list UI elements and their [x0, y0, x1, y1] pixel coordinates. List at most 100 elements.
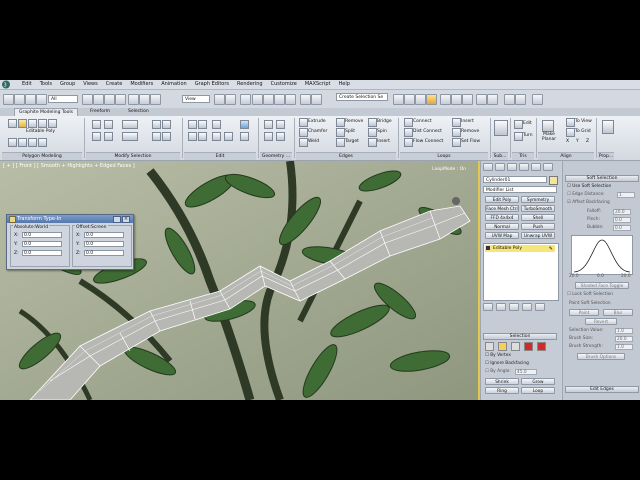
lock-soft-selection-checkbox[interactable]: ☐ Lock Soft Selection	[567, 292, 613, 298]
detach-icon[interactable]	[276, 132, 285, 141]
select-scale-icon[interactable]	[150, 94, 161, 105]
offset-x-field[interactable]: 0.0	[84, 232, 124, 238]
remove-button[interactable]: Remove	[345, 119, 363, 125]
collapse-stack-icon[interactable]	[28, 138, 37, 147]
pivot-center-icon[interactable]	[214, 94, 225, 105]
rendered-frame-icon[interactable]	[487, 94, 498, 105]
set-flow-icon[interactable]	[452, 138, 461, 147]
extrude-button[interactable]: Extrude	[308, 119, 326, 125]
turn-icon[interactable]	[514, 132, 523, 141]
split-button[interactable]: Split	[345, 129, 355, 135]
attach-icon[interactable]	[276, 120, 285, 129]
by-angle-spinner[interactable]: 45.0	[515, 369, 537, 375]
step-ring-icon[interactable]	[162, 120, 171, 129]
edit-pencil-icon[interactable]: ✎	[549, 246, 553, 253]
offset-y-field[interactable]: 0.0	[84, 241, 124, 247]
keyboard-shortcut-icon[interactable]	[240, 94, 251, 105]
configure-sets-icon[interactable]	[535, 303, 545, 311]
utilities-tab-icon[interactable]	[543, 163, 553, 171]
selection-filter-dropdown[interactable]: All	[48, 95, 78, 103]
absolute-z-field[interactable]: 0.0	[22, 250, 62, 256]
loop-mode-icon[interactable]	[122, 120, 138, 129]
toggle-modifiers-icon[interactable]	[38, 138, 47, 147]
object-name-input[interactable]: Cylinder01	[483, 176, 547, 183]
transform-type-in-dialog[interactable]: Transform Type-In × Absolute:World X: 0.…	[6, 214, 134, 270]
absolute-x-field[interactable]: 0.0	[22, 232, 62, 238]
remove-loop-button[interactable]: Remove	[461, 129, 479, 135]
absolute-y-field[interactable]: 0.0	[22, 241, 62, 247]
dot-loop-icon[interactable]	[152, 132, 161, 141]
remove-icon[interactable]	[336, 118, 345, 127]
preserve-uvs-icon[interactable]	[188, 120, 197, 129]
element-mode-icon[interactable]	[48, 119, 57, 128]
panel-label-properties[interactable]: Prop...	[598, 152, 614, 160]
loop-button[interactable]: Loop	[521, 387, 555, 394]
edit-tris-icon[interactable]	[514, 120, 523, 129]
align-y-button[interactable]: Y	[576, 139, 579, 145]
spinner-snap-icon[interactable]	[285, 94, 296, 105]
bridge-icon[interactable]	[368, 118, 377, 127]
set-flow-button[interactable]: Set Flow	[461, 139, 480, 145]
flow-connect-icon[interactable]	[404, 138, 413, 147]
by-angle-checkbox[interactable]: ☐ By Angle:	[485, 369, 511, 375]
selection-rollout-header[interactable]: Selection	[483, 333, 557, 340]
render-activeshade-icon[interactable]	[532, 94, 543, 105]
menu-item-animation[interactable]: Animation	[161, 81, 187, 87]
show-end-result-icon[interactable]	[18, 138, 27, 147]
schematic-view-icon[interactable]	[451, 94, 462, 105]
app-logo-icon[interactable]: 3	[1, 80, 13, 89]
blur-button[interactable]: Blur	[603, 309, 633, 316]
select-by-name-icon[interactable]	[93, 94, 104, 105]
cut-icon[interactable]	[212, 132, 221, 141]
polygon-level-icon[interactable]	[524, 342, 533, 351]
dialog-title-bar[interactable]: Transform Type-In ×	[7, 215, 133, 223]
render-setup-icon[interactable]	[476, 94, 487, 105]
bubble-spinner[interactable]: 0.0	[613, 225, 631, 231]
grow-selection-icon[interactable]	[92, 120, 101, 129]
panel-label-subdivision[interactable]: Sub...	[492, 152, 508, 160]
bridge-button[interactable]: Bridge	[377, 119, 392, 125]
falloff-spinner[interactable]: 20.0	[613, 209, 631, 215]
menu-item-customize[interactable]: Customize	[271, 81, 297, 87]
layer-manager-icon[interactable]	[415, 94, 426, 105]
menu-item-edit[interactable]: Edit	[22, 81, 32, 87]
to-view-icon[interactable]	[566, 118, 575, 127]
insert-vertex-icon[interactable]	[368, 138, 377, 147]
insert-loop-button[interactable]: Insert	[461, 119, 474, 125]
edge-mode-icon[interactable]	[18, 119, 27, 128]
front-viewport[interactable]: [ + ] [ Front ] [ Smooth + Highlights + …	[0, 161, 480, 400]
collapse-icon[interactable]	[264, 132, 273, 141]
close-icon[interactable]: ×	[122, 216, 130, 223]
select-rotate-icon[interactable]	[139, 94, 150, 105]
unwrap-uvw-button[interactable]: Unwrap UVW	[521, 232, 555, 239]
subdivision-icon[interactable]	[494, 120, 508, 136]
shell-button[interactable]: Shell	[521, 214, 555, 221]
edit-edges-rollout-header[interactable]: Edit Edges	[565, 386, 639, 393]
dist-connect-icon[interactable]	[404, 128, 413, 137]
panel-label-edit[interactable]: Edit	[184, 152, 256, 160]
remove-modifier-icon[interactable]	[522, 303, 532, 311]
connect-button[interactable]: Connect	[413, 119, 432, 125]
align-z-button[interactable]: Z	[586, 139, 589, 145]
insert-loop-icon[interactable]	[452, 118, 461, 127]
symmetry-button[interactable]: Symmetry	[521, 196, 555, 203]
redo-icon[interactable]	[14, 94, 25, 105]
make-planar-button[interactable]: Make Planar	[540, 132, 558, 142]
shrink-button[interactable]: Shrink	[485, 378, 519, 385]
panel-label-align[interactable]: Align	[538, 152, 594, 160]
panel-label-geometry[interactable]: Geometry ...	[260, 152, 292, 160]
element-level-icon[interactable]	[537, 342, 546, 351]
mirror-icon[interactable]	[393, 94, 404, 105]
align-x-button[interactable]: X	[566, 139, 569, 145]
stack-item-editable-poly[interactable]: Editable Poly ✎	[485, 245, 555, 252]
ignore-backfacing-checkbox[interactable]: ☐ Ignore Backfacing	[485, 361, 529, 367]
properties-icon[interactable]	[602, 120, 614, 134]
ring-button[interactable]: Ring	[485, 387, 519, 394]
stack-expand-icon[interactable]	[486, 246, 490, 250]
menu-item-maxscript[interactable]: MAXScript	[305, 81, 331, 87]
percent-snap-icon[interactable]	[274, 94, 285, 105]
target-weld-button[interactable]: Target	[345, 139, 359, 145]
panel-label-polygon-modeling[interactable]: Polygon Modeling	[2, 152, 82, 160]
make-planar-icon[interactable]	[542, 120, 554, 132]
connect-icon[interactable]	[404, 118, 413, 127]
